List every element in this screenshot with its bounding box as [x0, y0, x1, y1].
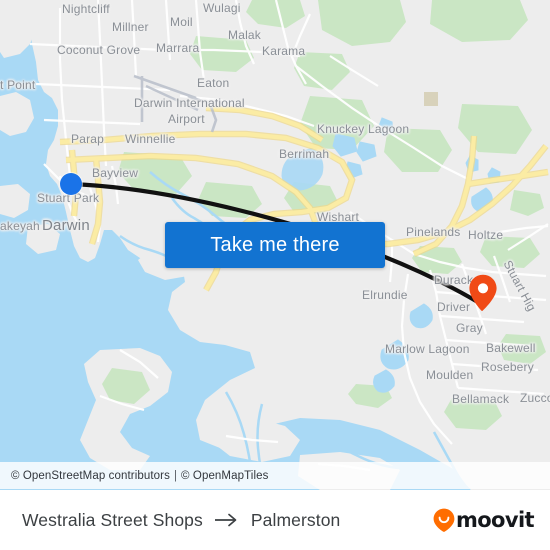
- take-me-there-button[interactable]: Take me there: [165, 222, 385, 268]
- openmaptiles-attribution-link[interactable]: © OpenMapTiles: [181, 470, 268, 482]
- moovit-wordmark: moovit: [455, 508, 535, 532]
- take-me-there-label: Take me there: [210, 233, 340, 256]
- destination-pin-marker[interactable]: [468, 274, 498, 312]
- origin-location-marker[interactable]: [60, 173, 82, 195]
- airport-apron: [424, 92, 438, 106]
- route-summary: Westralia Street Shops Palmerston: [22, 510, 340, 531]
- route-destination-label[interactable]: Palmerston: [251, 510, 341, 531]
- map-canvas[interactable]: Nightcliff Wulagi Millner Moil Malak Coconut …: [0, 0, 550, 490]
- moovit-pin-icon: [433, 508, 455, 532]
- moovit-route-map-screenshot: Nightcliff Wulagi Millner Moil Malak Coconut …: [0, 0, 550, 550]
- footer-bar: Westralia Street Shops Palmerston moovit: [0, 490, 550, 550]
- map-attribution-bar: © OpenStreetMap contributors | © OpenMap…: [0, 462, 550, 489]
- moovit-logo[interactable]: moovit: [433, 508, 535, 532]
- route-origin-label[interactable]: Westralia Street Shops: [22, 510, 203, 531]
- osm-attribution-link[interactable]: © OpenStreetMap contributors: [11, 470, 170, 482]
- attribution-separator: |: [173, 469, 178, 482]
- arrow-right-glyph: [214, 513, 237, 527]
- arrow-right-icon: [214, 513, 240, 527]
- map-pin-icon: [469, 274, 497, 311]
